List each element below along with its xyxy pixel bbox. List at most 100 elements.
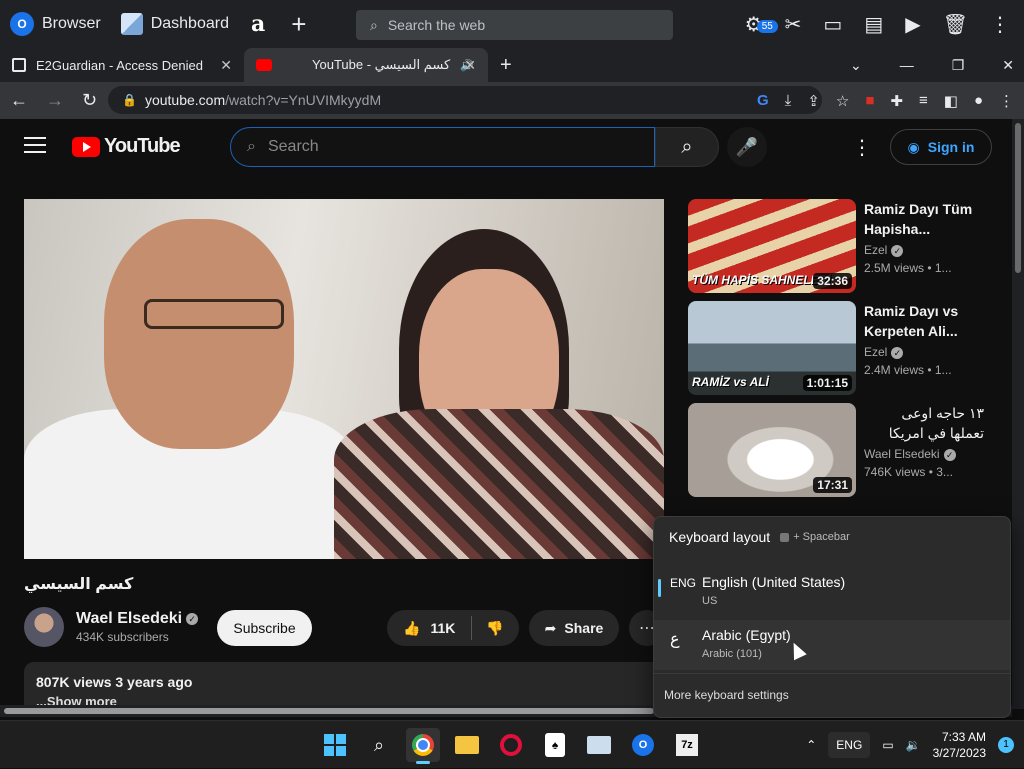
- clock[interactable]: 7:33 AM 3/27/2023: [933, 729, 986, 761]
- selected-indicator: [658, 579, 661, 597]
- profile-icon[interactable]: ●: [974, 92, 983, 109]
- network-icon[interactable]: ▭: [882, 738, 893, 752]
- notification-badge[interactable]: 1: [998, 737, 1014, 753]
- side-panel-icon[interactable]: ◧: [944, 92, 958, 110]
- vertical-scrollbar[interactable]: [1012, 119, 1024, 709]
- volume-icon[interactable]: 🔉: [906, 738, 921, 752]
- web-search-box[interactable]: ⌕ Search the web: [356, 10, 673, 40]
- url-field[interactable]: 🔒 youtube.com/watch?v=YnUVIMkyydM: [108, 86, 822, 114]
- tab-youtube[interactable]: YouTube - كسم السيسي 🔊 ✕: [244, 48, 488, 82]
- file-explorer-button[interactable]: [450, 728, 484, 762]
- browser-taskbar-button[interactable]: O: [626, 728, 660, 762]
- chrome-menu-icon[interactable]: ⋮: [999, 92, 1014, 110]
- app-bar-tools: ⚙ 55 ✂ ▭ ▤ ▶ 🗑 ⋮: [745, 0, 1010, 48]
- related-channel-name[interactable]: Ezel: [864, 243, 887, 257]
- start-button[interactable]: [318, 728, 352, 762]
- tab-e2guardian[interactable]: E2Guardian - Access Denied ✕: [0, 48, 244, 82]
- video-thumbnail[interactable]: TÜM HAPİS SAHNELERİ 32:36: [688, 199, 856, 293]
- layout-name: English (United States): [702, 574, 846, 590]
- minimize-icon[interactable]: —: [900, 57, 914, 74]
- channel-name[interactable]: Wael Elsedeki: [76, 610, 182, 627]
- play-circle-icon[interactable]: ▶: [905, 12, 920, 37]
- windows-logo-icon: [324, 734, 346, 756]
- add-app-button[interactable]: +: [277, 9, 320, 40]
- video-camera-icon[interactable]: ▭: [823, 12, 842, 37]
- related-video-item[interactable]: RAMİZ vs ALİ 1:01:15 Ramiz Dayı vs Kerpe…: [688, 301, 988, 403]
- related-video-title[interactable]: Ramiz Dayı Tüm Hapisha...: [864, 199, 984, 239]
- solitaire-button[interactable]: ♠: [538, 728, 572, 762]
- install-icon[interactable]: ⤓: [785, 92, 792, 109]
- video-thumbnail[interactable]: RAMİZ vs ALİ 1:01:15: [688, 301, 856, 395]
- puzzle-extensions-icon[interactable]: ✚: [890, 92, 903, 110]
- 7zip-button[interactable]: 7z: [670, 728, 704, 762]
- back-icon[interactable]: ←: [10, 90, 28, 111]
- related-video-item[interactable]: TÜM HAPİS SAHNELERİ 32:36 Ramiz Dayı Tüm…: [688, 199, 988, 301]
- scrollbar-thumb[interactable]: [1015, 123, 1021, 273]
- restore-icon[interactable]: ❐: [952, 57, 965, 74]
- trash-icon[interactable]: 🗑: [943, 12, 968, 37]
- system-tray: ⌃ ENG ▭ 🔉 7:33 AM 3/27/2023 1: [806, 721, 1014, 769]
- extensions-counter-icon[interactable]: ⚙ 55: [745, 12, 778, 37]
- close-tab-icon[interactable]: ✕: [464, 57, 476, 74]
- related-channel-name[interactable]: Ezel: [864, 345, 887, 359]
- google-icon[interactable]: G: [757, 92, 769, 109]
- thumbs-down-icon: 👎: [486, 619, 504, 636]
- share-button[interactable]: ➦ Share: [529, 610, 619, 646]
- monitor-app-button[interactable]: [582, 728, 616, 762]
- related-video-meta: 2.4M views • 1...: [864, 363, 952, 377]
- browser-app-button[interactable]: O Browser: [0, 0, 111, 48]
- video-player[interactable]: [24, 199, 664, 559]
- channel-avatar[interactable]: [24, 607, 64, 647]
- clipboard-icon[interactable]: ▤: [864, 12, 883, 37]
- taskbar-search-icon[interactable]: ⌕: [362, 728, 396, 762]
- subscribe-button[interactable]: Subscribe: [217, 610, 312, 646]
- 7zip-icon: 7z: [676, 734, 698, 756]
- settings-kebab-icon[interactable]: ⋮: [852, 135, 872, 160]
- clock-date: 3/27/2023: [932, 746, 986, 760]
- youtube-search-button[interactable]: ⌕: [655, 127, 719, 167]
- layout-option-arabic[interactable]: ع Arabic (Egypt) Arabic (101): [654, 620, 1010, 670]
- forward-icon[interactable]: →: [46, 90, 64, 111]
- more-keyboard-settings-link[interactable]: More keyboard settings: [654, 673, 1010, 717]
- related-video-title[interactable]: Ramiz Dayı vs Kerpeten Ali...: [864, 301, 984, 341]
- extension-red-icon[interactable]: ■: [865, 92, 874, 109]
- scissors-icon[interactable]: ✂: [785, 12, 802, 37]
- layout-option-english[interactable]: ENG English (United States) US: [654, 567, 1010, 617]
- video-thumbnail[interactable]: 17:31: [688, 403, 856, 497]
- youtube-logo[interactable]: YouTube: [72, 135, 181, 158]
- share-page-icon[interactable]: ⇪: [807, 92, 820, 110]
- related-video-title[interactable]: ١٣ حاجه اوعى تعملها في امريكا: [864, 403, 984, 443]
- badge-count: 55: [756, 19, 778, 33]
- sign-in-button[interactable]: ◉ Sign in: [890, 129, 992, 165]
- reload-icon[interactable]: ↻: [82, 90, 97, 111]
- close-window-icon[interactable]: ✕: [1002, 57, 1014, 74]
- input-language-indicator[interactable]: ENG: [828, 732, 871, 758]
- video-duration: 1:01:15: [802, 375, 852, 391]
- dashboard-icon: [120, 13, 143, 35]
- amazon-icon[interactable]: a: [239, 11, 277, 37]
- dislike-button[interactable]: 👎: [472, 620, 517, 637]
- related-video-item[interactable]: 17:31 ١٣ حاجه اوعى تعملها في امريكا Wael…: [688, 403, 988, 505]
- tray-chevron-up-icon[interactable]: ⌃: [806, 738, 816, 752]
- new-tab-button[interactable]: +: [488, 54, 524, 77]
- search-icon: ⌕: [247, 138, 256, 155]
- menu-icon[interactable]: [24, 137, 46, 153]
- related-channel-name[interactable]: Wael Elsedeki: [864, 447, 940, 461]
- like-button[interactable]: 👍 11K: [387, 616, 473, 640]
- thumbnail-caption: RAMİZ vs ALİ: [692, 375, 769, 389]
- chrome-taskbar-button[interactable]: [406, 728, 440, 764]
- video-title: كسم السيسي: [24, 576, 134, 593]
- close-tab-icon[interactable]: ✕: [220, 57, 232, 74]
- bookmark-star-icon[interactable]: ☆: [836, 92, 849, 110]
- dashboard-app-button[interactable]: Dashboard: [111, 0, 239, 48]
- media-queue-icon[interactable]: ≡: [919, 92, 928, 109]
- tab-search-icon[interactable]: ⌄: [850, 57, 862, 74]
- youtube-play-icon: [72, 136, 100, 157]
- opera-button[interactable]: [494, 728, 528, 762]
- youtube-search-input[interactable]: ⌕ Search: [230, 127, 655, 167]
- kebab-menu-icon[interactable]: ⋮: [990, 12, 1010, 37]
- scrollbar-thumb[interactable]: [4, 708, 654, 714]
- microphone-icon[interactable]: 🎤: [727, 127, 767, 167]
- search-icon: ⌕: [370, 16, 378, 33]
- description-box[interactable]: 807K views 3 years ago ...Show more: [24, 662, 664, 709]
